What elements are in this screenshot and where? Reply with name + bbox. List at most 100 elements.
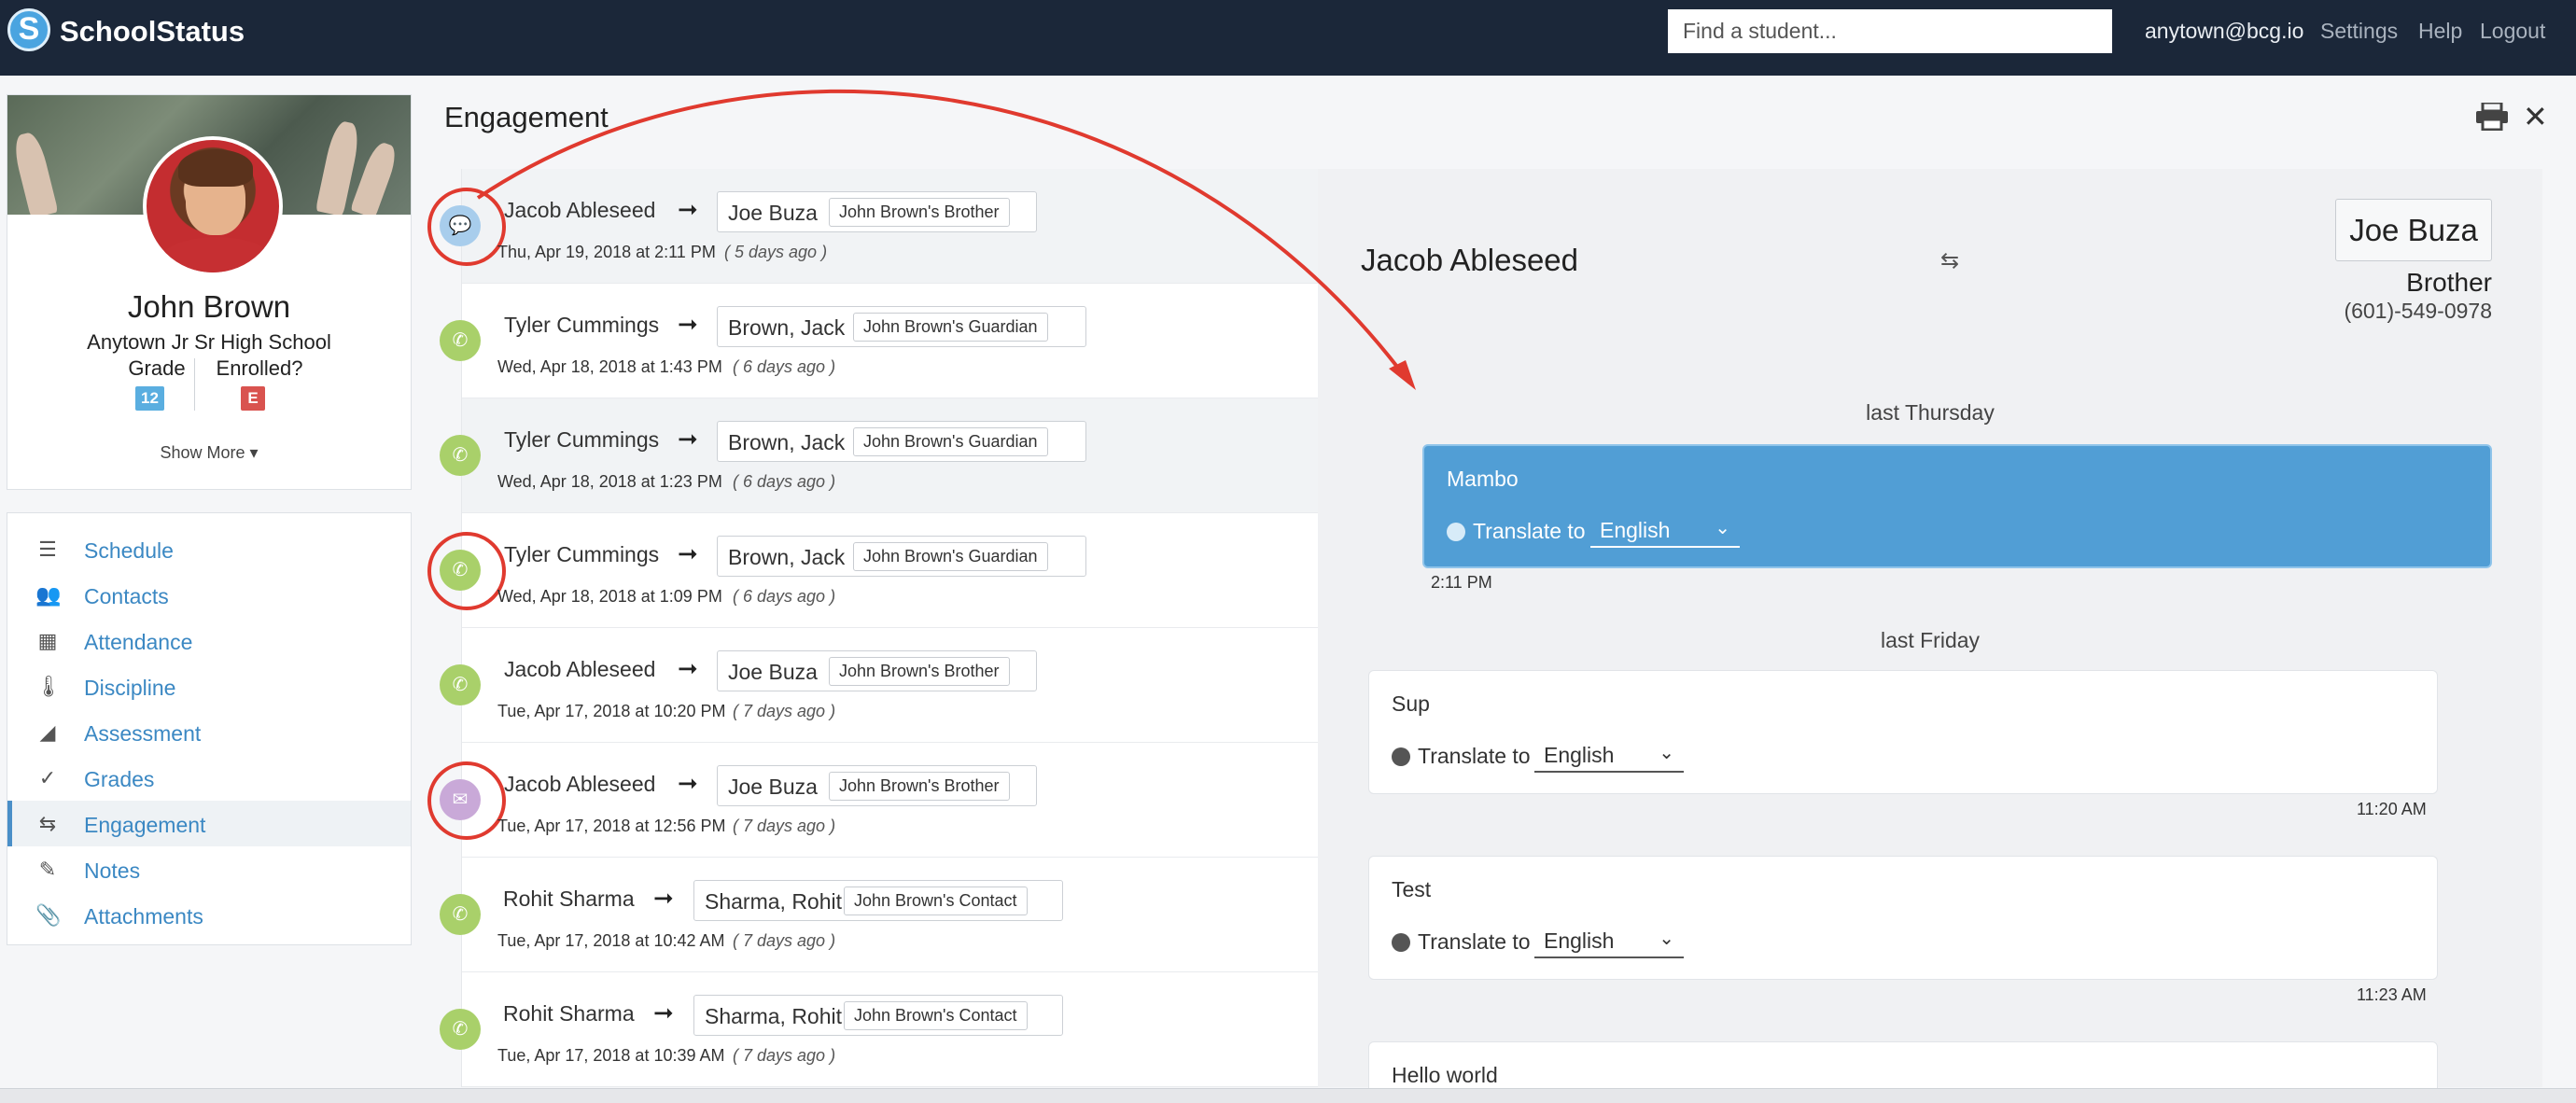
- engagement-date: Wed, Apr 18, 2018 at 1:09 PM: [497, 587, 722, 606]
- engagement-date: Tue, Apr 17, 2018 at 10:39 AM: [497, 1046, 725, 1065]
- message-time: 11:23 AM: [2357, 985, 2427, 1004]
- engagement-ago: ( 7 days ago ): [733, 817, 836, 835]
- settings-link[interactable]: Settings: [2320, 19, 2398, 44]
- phone-icon: ✆: [440, 894, 481, 935]
- engagement-ago: ( 7 days ago ): [733, 931, 836, 950]
- language-value: English: [1600, 518, 1671, 542]
- annotation-circle: [427, 761, 506, 840]
- conversation-sender: Jacob Ableseed: [1361, 243, 1579, 277]
- day-separator: last Friday: [1880, 628, 1981, 652]
- show-more-toggle[interactable]: Show More ▾: [7, 443, 411, 463]
- recipient-name: Brown, Jack: [728, 315, 846, 340]
- user-account-link[interactable]: anytown@bcg.io: [2145, 19, 2303, 44]
- chevron-down-icon: ⌄: [1659, 743, 1674, 763]
- student-name: John Brown: [127, 289, 291, 324]
- phone-icon: ✆: [440, 1009, 481, 1050]
- engagement-row[interactable]: ✆ Tyler Cummings ➞ Brown, Jack John Brow…: [427, 513, 1319, 628]
- message-text: Mambo: [1447, 467, 1519, 491]
- language-select[interactable]: English ⌄: [1590, 516, 1740, 548]
- recipient-name: Joe Buza: [728, 660, 818, 684]
- engagement-ago: ( 7 days ago ): [733, 702, 836, 720]
- nav-item-attachments[interactable]: 📎 Attachments: [7, 892, 411, 938]
- engagement-row[interactable]: ✉ Jacob Ableseed ➞ Joe Buza John Brown's…: [427, 743, 1319, 858]
- brand-name[interactable]: SchoolStatus: [60, 15, 245, 49]
- engagement-row[interactable]: ✆ Jacob Ableseed ➞ Joe Buza John Brown's…: [440, 628, 1319, 743]
- relation-tag: John Brown's Guardian: [853, 542, 1048, 571]
- recipient-box: Brown, Jack John Brown's Guardian: [717, 306, 1086, 347]
- recipient-box: Brown, Jack John Brown's Guardian: [717, 421, 1086, 462]
- print-icon[interactable]: [2475, 103, 2509, 131]
- arrow-right-icon: ➞: [678, 769, 698, 797]
- recipient-name: Sharma, Rohit: [705, 1004, 843, 1028]
- enrolled-badge: E: [241, 386, 265, 411]
- recipient-box: Sharma, Rohit John Brown's Contact: [693, 995, 1063, 1036]
- relation-tag: John Brown's Guardian: [853, 427, 1048, 456]
- contact-name-button[interactable]: Joe Buza: [2335, 199, 2492, 261]
- engagement-date: Tue, Apr 17, 2018 at 12:56 PM: [497, 817, 726, 835]
- day-separator: last Thursday: [1866, 400, 1995, 425]
- nav-label: Discipline: [84, 676, 176, 700]
- enrolled-label: Enrolled?: [216, 356, 303, 380]
- recipient-name: Joe Buza: [728, 201, 818, 225]
- engagement-ago: ( 6 days ago ): [733, 357, 836, 376]
- message-text: Sup: [1392, 691, 1430, 716]
- message-bubble-sent: Mambo Translate to English ⌄: [1422, 444, 2492, 568]
- engagement-ago: ( 6 days ago ): [733, 587, 836, 606]
- nav-item-notes[interactable]: ✎ Notes: [7, 846, 411, 892]
- annotation-circle: [427, 532, 506, 610]
- translate-control: Translate to: [1392, 744, 1531, 769]
- conversation-panel: Jacob Ableseed ⇆ Joe Buza Brother (601)-…: [1318, 169, 2542, 1097]
- sender-name: Rohit Sharma: [503, 887, 635, 911]
- engagement-ago: ( 6 days ago ): [733, 472, 836, 491]
- recipient-name: Joe Buza: [728, 775, 818, 799]
- help-link[interactable]: Help: [2418, 19, 2462, 44]
- engagement-row[interactable]: ✆ Tyler Cummings ➞ Brown, Jack John Brow…: [440, 284, 1319, 398]
- phone-icon: ✆: [440, 435, 481, 476]
- arrow-right-icon: ➞: [678, 539, 698, 567]
- close-icon[interactable]: ✕: [2523, 99, 2548, 134]
- engagement-row[interactable]: ✆ Rohit Sharma ➞ Sharma, Rohit John Brow…: [440, 972, 1319, 1087]
- nav-label: Grades: [84, 767, 155, 791]
- chevron-down-icon: ⌄: [1659, 928, 1674, 949]
- translate-control: Translate to: [1447, 519, 1586, 544]
- language-select[interactable]: English ⌄: [1534, 927, 1684, 958]
- engagement-row[interactable]: ✆ Rohit Sharma ➞ Sharma, Rohit John Brow…: [440, 858, 1319, 972]
- recipient-box: Sharma, Rohit John Brown's Contact: [693, 880, 1063, 921]
- contact-phone: (601)-549-0978: [2344, 299, 2492, 323]
- logo-icon[interactable]: S: [7, 8, 50, 51]
- check-icon: ✓: [38, 766, 57, 789]
- student-nav: ☰ Schedule 👥 Contacts ▦ Attendance 🌡 Dis…: [7, 512, 412, 945]
- nav-item-attendance[interactable]: ▦ Attendance: [7, 618, 411, 663]
- sender-name: Tyler Cummings: [504, 313, 660, 337]
- sender-name: Tyler Cummings: [504, 542, 660, 566]
- language-select[interactable]: English ⌄: [1534, 741, 1684, 773]
- arrow-right-icon: ➞: [678, 654, 698, 682]
- nav-item-assessment[interactable]: ◢ Assessment: [7, 709, 411, 755]
- nav-item-schedule[interactable]: ☰ Schedule: [7, 526, 411, 572]
- nav-item-discipline[interactable]: 🌡 Discipline: [7, 663, 411, 709]
- nav-label: Assessment: [84, 721, 202, 746]
- logout-link[interactable]: Logout: [2480, 19, 2545, 44]
- nav-item-contacts[interactable]: 👥 Contacts: [7, 572, 411, 618]
- area-chart-icon: ◢: [39, 720, 56, 744]
- pencil-icon: ✎: [38, 858, 57, 881]
- nav-label: Attendance: [84, 630, 193, 654]
- recipient-box: Joe Buza John Brown's Brother: [717, 650, 1037, 691]
- nav-item-grades[interactable]: ✓ Grades: [7, 755, 411, 801]
- sender-name: Rohit Sharma: [503, 1001, 635, 1026]
- swap-icon[interactable]: ⇆: [1940, 247, 1959, 274]
- engagement-row[interactable]: ✆ Tyler Cummings ➞ Brown, Jack John Brow…: [440, 398, 1319, 513]
- arrow-right-icon: ➞: [678, 425, 698, 453]
- engagement-date: Wed, Apr 18, 2018 at 1:43 PM: [497, 357, 722, 376]
- engagement-row[interactable]: 💬 Jacob Ableseed ➞ Joe Buza John Brown's…: [427, 169, 1319, 284]
- engagement-ago: ( 5 days ago ): [724, 243, 828, 261]
- translate-control: Translate to: [1392, 929, 1531, 955]
- stat-divider: [194, 358, 195, 411]
- nav-item-engagement[interactable]: ⇆ Engagement: [7, 801, 411, 846]
- nav-label: Notes: [84, 859, 141, 883]
- nav-label: Contacts: [84, 584, 169, 608]
- relation-tag: John Brown's Guardian: [853, 313, 1048, 342]
- bottom-scroll-strip: [0, 1088, 2576, 1103]
- student-search-input[interactable]: [1668, 9, 2112, 53]
- globe-icon: [1392, 747, 1410, 766]
